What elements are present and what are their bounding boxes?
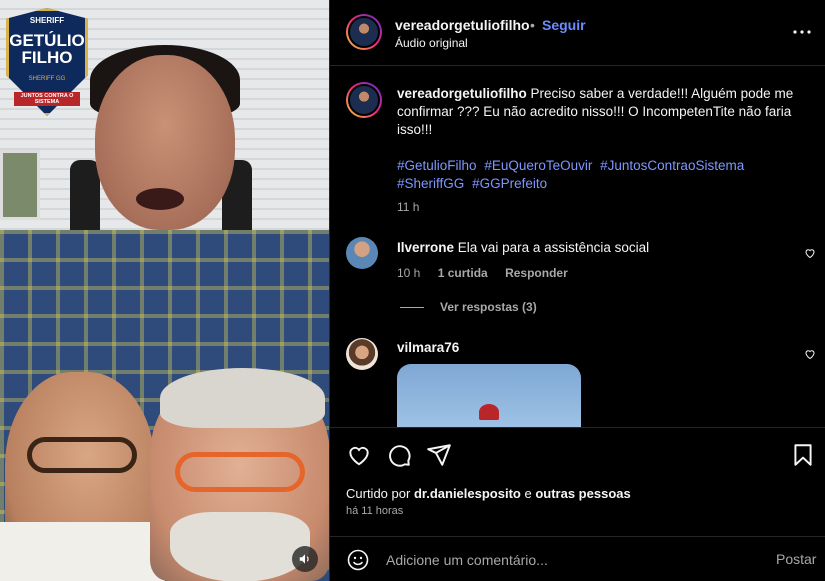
liked-by-prefix: Curtido por: [346, 486, 411, 501]
comment-username[interactable]: vilmara76: [397, 340, 459, 355]
comment-body: Ela vai para a assistência social: [457, 240, 650, 255]
caption-hashtags: #GetulioFilho #EuQueroTeOuvir #JuntosCon…: [397, 157, 807, 193]
heart-icon: [349, 446, 369, 466]
sound-toggle-button[interactable]: [292, 546, 318, 572]
author-username[interactable]: vereadorgetuliofilho: [395, 17, 530, 33]
bookmark-icon: [794, 444, 812, 466]
logo-sub: SHERIFF GG: [28, 76, 66, 82]
comment-image-object: [479, 404, 499, 420]
comment-avatar[interactable]: [346, 237, 378, 269]
comment-avatar[interactable]: [346, 338, 378, 370]
post-time: há 11 horas: [346, 505, 404, 517]
comment-bar: Postar: [330, 536, 825, 581]
comment-button[interactable]: [386, 442, 412, 468]
follow-button[interactable]: Seguir: [542, 17, 586, 33]
heart-icon: [805, 249, 815, 259]
caption-avatar[interactable]: [346, 82, 382, 118]
liked-by-conj: e: [524, 486, 532, 501]
like-button[interactable]: [346, 442, 372, 468]
speaker-mouth: [136, 188, 184, 210]
sticker-glasses: [27, 437, 137, 473]
logo-band: JUNTOS CONTRA O SISTEMA: [14, 92, 80, 106]
heart-icon: [805, 350, 815, 360]
hashtag-link[interactable]: #GetulioFilho: [397, 158, 477, 173]
save-button[interactable]: [790, 442, 816, 468]
comment-likes[interactable]: 1 curtida: [438, 266, 488, 280]
hashtag-link[interactable]: #EuQueroTeOuvir: [484, 158, 592, 173]
comment-input[interactable]: [386, 547, 756, 573]
header-separator: •: [530, 17, 535, 33]
hashtag-link[interactable]: #SheriffGG: [397, 176, 464, 191]
chair-left: [70, 160, 100, 240]
view-replies-label: Ver respostas (3): [440, 300, 537, 314]
background-window: [0, 150, 40, 220]
caption-username[interactable]: vereadorgetuliofilho: [397, 86, 527, 101]
author-avatar-image: [348, 16, 380, 48]
send-icon: [427, 444, 451, 466]
author-avatar[interactable]: [346, 14, 382, 50]
liked-by-others[interactable]: outras pessoas: [535, 486, 630, 501]
caption-avatar-image: [348, 84, 380, 116]
post-actions: Curtido por dr.danielesposito e outras p…: [330, 427, 825, 581]
comment-like-button[interactable]: [804, 347, 818, 361]
comment-like-button[interactable]: [804, 246, 818, 260]
share-button[interactable]: [426, 442, 452, 468]
post-video[interactable]: SHERIFF GETÚLIO FILHO SHERIFF GG JUNTOS …: [0, 0, 329, 581]
sticker-beard: [170, 512, 310, 581]
hashtag-link[interactable]: #JuntosContraoSistema: [600, 158, 744, 173]
comment-icon: [389, 445, 411, 467]
comment-time: 10 h: [397, 266, 421, 280]
sticker-orange-glasses: [175, 452, 305, 492]
comment-text: Ilverrone Ela vai para a assistência soc…: [397, 240, 649, 255]
view-replies-button[interactable]: Ver respostas (3): [400, 300, 537, 314]
emoji-button[interactable]: [346, 548, 370, 572]
comment-meta: 10 h 1 curtida Responder: [397, 266, 568, 280]
sticker-man-glasses: [0, 372, 165, 581]
sticker-white-hair: [160, 368, 325, 428]
reply-button[interactable]: Responder: [505, 266, 568, 280]
liked-by: Curtido por dr.danielesposito e outras p…: [346, 486, 631, 501]
more-icon: [793, 30, 811, 34]
liked-by-user[interactable]: dr.danielesposito: [414, 486, 521, 501]
replies-divider: [400, 306, 424, 308]
more-options-button[interactable]: [790, 20, 814, 44]
speaker-icon: [299, 554, 309, 564]
post-header: vereadorgetuliofilho • Seguir Áudio orig…: [330, 0, 825, 66]
post-panel: vereadorgetuliofilho • Seguir Áudio orig…: [329, 0, 825, 581]
sticker-suit: [0, 522, 165, 581]
hashtag-link[interactable]: #GGPrefeito: [472, 176, 547, 191]
logo-name: GETÚLIO FILHO: [9, 31, 85, 67]
comment-image[interactable]: [397, 364, 581, 427]
sheriff-logo: SHERIFF GETÚLIO FILHO SHERIFF GG JUNTOS …: [6, 8, 88, 116]
emoji-icon: [347, 549, 369, 571]
comment-username[interactable]: Ilverrone: [397, 240, 454, 255]
post-comment-button[interactable]: Postar: [776, 551, 816, 567]
post-caption: vereadorgetuliofilho Preciso saber a ver…: [397, 85, 807, 139]
caption-time: 11 h: [397, 200, 420, 214]
logo-top-text: SHERIFF: [29, 16, 65, 25]
original-audio-link[interactable]: Áudio original: [395, 36, 468, 50]
